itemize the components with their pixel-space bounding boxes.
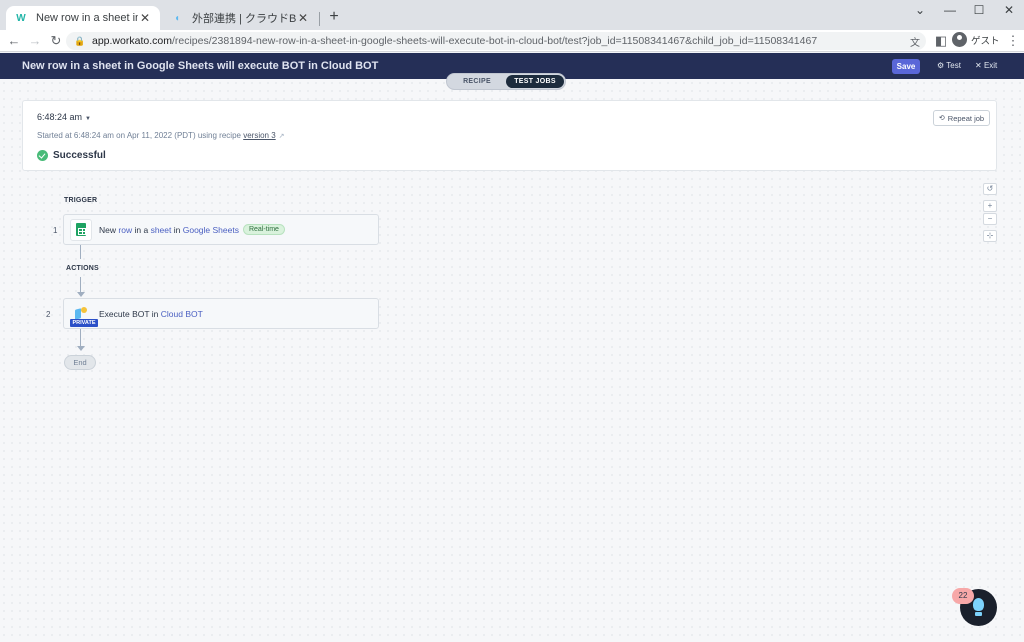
tab-search-icon[interactable]: ⌄ [905, 0, 935, 22]
status-label: Successful [53, 150, 106, 161]
sheet-link: sheet [150, 224, 172, 235]
menu-kebab-icon[interactable]: ⋮ [1004, 32, 1022, 50]
mode-toggle: RECIPE TEST JOBS [446, 73, 566, 90]
step-text: Execute BOT in Cloud BOT [99, 308, 203, 319]
external-link-icon: ↗ [278, 133, 285, 140]
browser-tab-active[interactable]: W New row in a sheet in Google Sh ✕ [6, 6, 160, 30]
close-icon: ✕ [975, 61, 984, 70]
actions-label: ACTIONS [66, 265, 99, 272]
gear-icon: ⚙ [937, 61, 947, 70]
address-bar[interactable]: 🔒 app.workato.com /recipes/2381894-new-r… [66, 32, 926, 50]
browser-tab-bar: W New row in a sheet in Google Sh ✕ ◖ 外部… [0, 0, 1024, 30]
arrow-down-icon [77, 292, 85, 297]
job-time: 6:48:24 am [37, 112, 83, 122]
url-path: /recipes/2381894-new-row-in-a-sheet-in-g… [171, 35, 818, 47]
row-link: row [118, 224, 133, 235]
connector-line [80, 277, 81, 292]
connector-line [80, 329, 81, 346]
lock-icon: 🔒 [74, 36, 86, 46]
action-step[interactable]: PRIVATE Execute BOT in Cloud BOT [63, 298, 379, 329]
arrow-down-icon [77, 346, 85, 351]
browser-toolbar: ← → ↻ 🔒 app.workato.com /recipes/2381894… [0, 30, 1024, 52]
close-window-button[interactable]: ✕ [994, 0, 1024, 22]
workato-logo-icon: W [16, 12, 26, 24]
reload-button[interactable]: ↻ [47, 32, 65, 50]
test-button[interactable]: ⚙ Test [937, 61, 961, 70]
cloudbot-icon: PRIVATE [70, 303, 98, 327]
zoom-out-button[interactable]: − [983, 213, 997, 225]
close-tab-icon[interactable]: ✕ [138, 11, 152, 25]
trigger-step[interactable]: New row in a sheet in Google Sheets Real… [63, 214, 379, 245]
cloudbot-logo-icon: ◖ [173, 12, 181, 24]
job-status: Successful [37, 150, 106, 161]
tab-title: 外部連携 | クラウドBOT [192, 13, 296, 25]
repeat-job-button[interactable]: ⟲ Repeat job [933, 110, 990, 126]
repeat-label: Repeat job [947, 113, 985, 123]
private-badge: PRIVATE [70, 318, 98, 327]
trigger-label: TRIGGER [64, 197, 98, 204]
step-text: New row in a sheet in Google Sheets [99, 224, 239, 235]
app-link: Google Sheets [182, 224, 239, 235]
started-text: Started at 6:48:24 am on Apr 11, 2022 (P… [37, 131, 241, 140]
repeat-icon: ⟲ [938, 115, 945, 122]
success-check-icon [37, 150, 48, 161]
save-button[interactable]: Save [892, 59, 920, 74]
minimize-button[interactable]: — [935, 0, 965, 22]
reset-zoom-button[interactable]: ↺ [983, 183, 997, 195]
tab-title: New row in a sheet in Google Sh [36, 12, 138, 24]
exit-button[interactable]: ✕ Exit [975, 61, 997, 70]
job-summary-card: 6:48:24 am ▼ Started at 6:48:24 am on Apr… [22, 100, 997, 171]
end-node: End [64, 355, 96, 370]
new-tab-button[interactable]: + [324, 8, 344, 28]
side-panel-icon[interactable]: ◧ [932, 32, 950, 50]
exit-label: Exit [983, 61, 998, 70]
realtime-badge: Real-time [242, 224, 285, 235]
notification-count-badge: 22 [952, 588, 974, 604]
job-time-selector[interactable]: 6:48:24 am ▼ [37, 112, 91, 122]
avatar-icon [952, 32, 967, 47]
maximize-button[interactable]: ☐ [964, 0, 994, 22]
caret-down-icon: ▼ [85, 116, 91, 122]
fit-view-button[interactable]: ⊹ [983, 230, 997, 242]
url-host: app.workato.com [92, 35, 172, 47]
browser-tab-inactive[interactable]: ◖ 外部連携 | クラウドBOT ✕ [162, 6, 318, 30]
profile-label: ゲスト [971, 35, 1000, 47]
test-label: Test [946, 61, 961, 70]
tab-recipe[interactable]: RECIPE [448, 75, 506, 88]
google-sheets-icon [70, 218, 92, 241]
step-number: 1 [53, 226, 58, 235]
profile-button[interactable]: ゲスト [952, 32, 1000, 47]
translate-icon[interactable]: 文 [908, 34, 922, 49]
zoom-in-button[interactable]: + [983, 200, 997, 212]
close-tab-icon[interactable]: ✕ [296, 11, 310, 25]
tab-test-jobs[interactable]: TEST JOBS [506, 75, 564, 88]
back-button[interactable]: ← [5, 32, 23, 50]
tab-separator [319, 12, 320, 26]
step-number: 2 [46, 310, 51, 319]
recipe-title: New row in a sheet in Google Sheets will… [22, 60, 379, 72]
connector-line [80, 245, 81, 259]
version-link[interactable]: version 3 [243, 131, 275, 140]
app-link: Cloud BOT [160, 308, 203, 319]
forward-button[interactable]: → [26, 32, 44, 50]
lightbulb-icon [973, 598, 984, 611]
job-started-info: Started at 6:48:24 am on Apr 11, 2022 (P… [37, 131, 285, 140]
